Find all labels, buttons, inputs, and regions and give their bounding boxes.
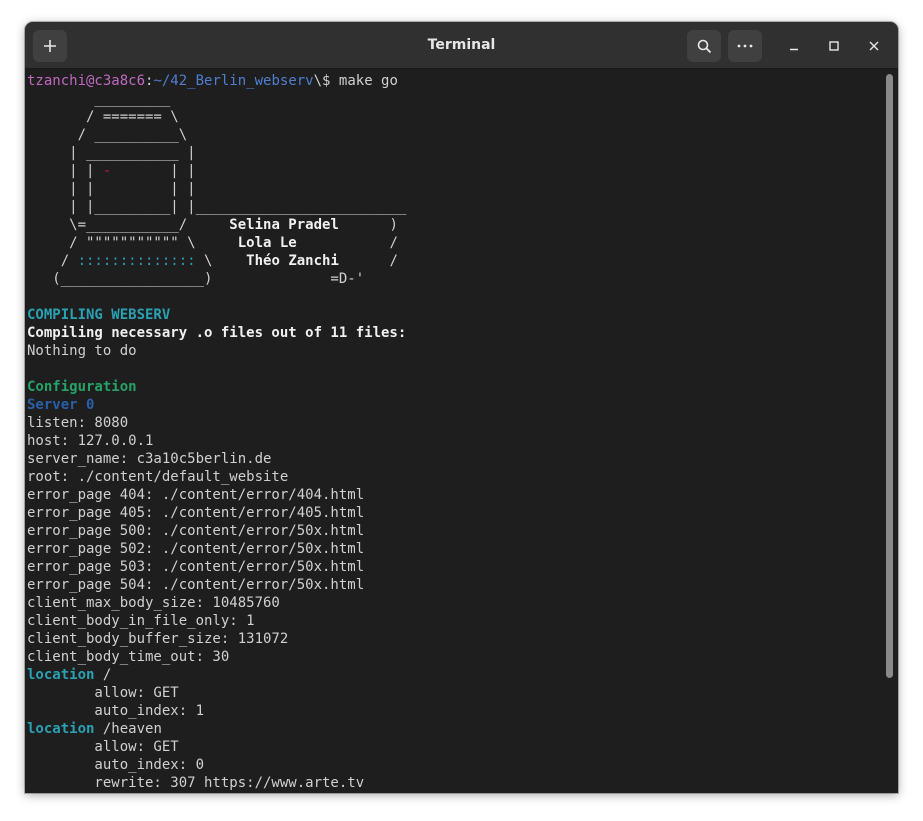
ascii-line: / ======= \ bbox=[27, 109, 179, 125]
window-title: Terminal bbox=[427, 37, 496, 53]
ascii-line: (_________________) =D-' bbox=[27, 271, 365, 287]
config-line: error_page 503: ./content/error/50x.html bbox=[27, 559, 365, 575]
config-line: error_page 405: ./content/error/405.html bbox=[27, 505, 365, 521]
ascii-line: / __________\ bbox=[27, 127, 188, 143]
ascii-line: / """"""""""" \ bbox=[27, 235, 238, 251]
config-line: allow: GET bbox=[27, 685, 179, 701]
author-name: Théo Zanchi bbox=[246, 253, 339, 269]
location-keyword: location bbox=[27, 721, 95, 737]
config-line: rewrite: 307 https://www.arte.tv bbox=[27, 775, 365, 791]
config-line: error_page 502: ./content/error/50x.html bbox=[27, 541, 365, 557]
minimize-button[interactable] bbox=[782, 34, 806, 58]
search-button[interactable] bbox=[687, 30, 721, 62]
close-button[interactable] bbox=[862, 34, 886, 58]
compiling-line: Compiling necessary .o files out of 11 f… bbox=[27, 325, 407, 341]
ascii-line: / bbox=[296, 235, 398, 251]
config-line: error_page 500: ./content/error/50x.html bbox=[27, 523, 365, 539]
config-line: client_body_buffer_size: 131072 bbox=[27, 631, 289, 647]
title-bar: Terminal bbox=[25, 22, 898, 69]
location-path: / bbox=[94, 667, 112, 683]
ascii-line: ) bbox=[338, 217, 398, 233]
config-line: client_body_time_out: 30 bbox=[27, 649, 230, 665]
new-tab-button[interactable] bbox=[33, 30, 67, 62]
config-header: Configuration bbox=[27, 379, 137, 395]
nothing-to-do: Nothing to do bbox=[27, 343, 137, 359]
terminal-content[interactable]: tzanchi@c3a8c6:~/42_Berlin_webserv\$ mak… bbox=[25, 69, 898, 793]
plus-icon bbox=[44, 40, 56, 52]
minimize-icon bbox=[790, 48, 798, 51]
prompt-user-host: tzanchi@c3a8c6 bbox=[27, 73, 146, 89]
config-line: host: 127.0.0.1 bbox=[27, 433, 154, 449]
maximize-icon bbox=[829, 41, 839, 51]
ascii-line: / bbox=[338, 253, 398, 269]
close-icon bbox=[869, 41, 879, 51]
ascii-dots: :::::::::::::: bbox=[77, 253, 196, 269]
ascii-line: | | bbox=[27, 163, 103, 179]
menu-button[interactable] bbox=[728, 30, 762, 62]
config-line: auto_index: 1 bbox=[27, 703, 205, 719]
prompt-symbol: \$ bbox=[313, 73, 339, 89]
config-line: server_name: c3a10c5berlin.de bbox=[27, 451, 272, 467]
config-line: allow: GET bbox=[27, 739, 179, 755]
config-line: client_max_body_size: 10485760 bbox=[27, 595, 280, 611]
location-keyword: location bbox=[27, 667, 95, 683]
ascii-line: | |_________| |_________________________ bbox=[27, 199, 407, 215]
terminal-window: Terminal tzanchi@c3a8c6:~/42_Berlin_webs… bbox=[25, 22, 898, 793]
config-line: auto_index: 0 bbox=[27, 757, 205, 773]
prompt-command: make go bbox=[338, 73, 398, 89]
location-path: /heaven bbox=[94, 721, 162, 737]
config-line: error_page 404: ./content/error/404.html bbox=[27, 487, 365, 503]
config-line: listen: 8080 bbox=[27, 415, 129, 431]
ascii-line: / bbox=[27, 253, 78, 269]
config-line: client_body_in_file_only: 1 bbox=[27, 613, 255, 629]
search-icon bbox=[697, 39, 711, 53]
prompt-path: ~/42_Berlin_webserv bbox=[153, 73, 314, 89]
author-name: Lola Le bbox=[237, 235, 297, 251]
compiling-header: COMPILING WEBSERV bbox=[27, 307, 171, 323]
ascii-line: _________ bbox=[27, 91, 171, 107]
ascii-line: \=___________/ bbox=[27, 217, 230, 233]
server-header: Server 0 bbox=[27, 397, 95, 413]
ascii-line: | | | | bbox=[27, 181, 196, 197]
config-line: error_page 504: ./content/error/50x.html bbox=[27, 577, 365, 593]
ascii-line: | ___________ | bbox=[27, 145, 196, 161]
maximize-button[interactable] bbox=[822, 34, 846, 58]
ellipsis-icon bbox=[737, 44, 753, 48]
author-name: Selina Pradel bbox=[229, 217, 339, 233]
scrollbar[interactable] bbox=[886, 74, 893, 678]
config-line: root: ./content/default_website bbox=[27, 469, 289, 485]
ascii-line: | | bbox=[111, 163, 196, 179]
ascii-line: \ bbox=[195, 253, 247, 269]
